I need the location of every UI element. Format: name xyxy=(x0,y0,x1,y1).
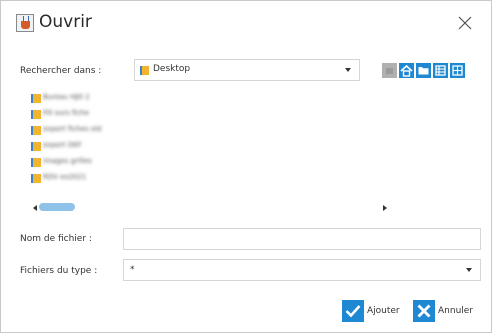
look-in-label: Rechercher dans : xyxy=(20,66,102,76)
close-icon xyxy=(458,16,472,30)
file-name: Bureau HJO 2 xyxy=(43,93,90,101)
file-name: export fiches old xyxy=(43,125,102,133)
folder-icon xyxy=(31,174,41,183)
up-folder-button[interactable] xyxy=(382,63,397,78)
home-icon xyxy=(399,63,414,78)
checkmark-icon xyxy=(342,300,364,322)
folder-icon xyxy=(31,126,41,135)
look-in-value: Desktop xyxy=(153,64,191,74)
filetype-value: * xyxy=(130,265,135,275)
filename-label: Nom de fichier : xyxy=(20,234,92,244)
folder-icon xyxy=(31,158,41,167)
scroll-left-icon[interactable] xyxy=(33,205,37,211)
add-button-label: Ajouter xyxy=(367,306,400,316)
open-dialog: Ouvrir Rechercher dans : Desktop Bureau … xyxy=(0,0,492,333)
new-folder-icon xyxy=(416,63,431,78)
file-name: Fill ours fiche xyxy=(43,109,90,117)
folder-icon xyxy=(31,142,41,151)
list-view-button[interactable] xyxy=(433,63,448,78)
list-item[interactable]: export fiches old xyxy=(31,125,171,137)
list-item[interactable]: export DEF xyxy=(31,141,171,153)
folder-icon xyxy=(140,66,149,75)
list-item[interactable]: Bureau HJO 2 xyxy=(31,93,171,105)
list-item[interactable]: images grilles xyxy=(31,157,171,169)
filetype-combo[interactable]: * xyxy=(123,259,481,281)
close-button[interactable] xyxy=(453,11,477,35)
file-list[interactable]: Bureau HJO 2 Fill ours fiche export fich… xyxy=(21,89,481,219)
java-cup-icon xyxy=(16,14,34,32)
filetype-label: Fichiers du type : xyxy=(20,266,98,276)
list-view-icon xyxy=(433,63,448,78)
scroll-right-icon[interactable] xyxy=(383,205,387,211)
list-item[interactable]: RDV ex2021 xyxy=(31,173,171,185)
horizontal-scrollbar-thumb[interactable] xyxy=(39,203,75,211)
window-title: Ouvrir xyxy=(39,12,92,32)
file-name: RDV ex2021 xyxy=(43,173,87,181)
file-name: export DEF xyxy=(43,141,82,149)
cross-icon xyxy=(413,300,435,322)
filename-input[interactable] xyxy=(123,228,481,250)
up-folder-icon xyxy=(382,63,397,78)
file-name: images grilles xyxy=(43,157,92,165)
chevron-down-icon xyxy=(345,68,351,72)
details-view-icon xyxy=(450,63,465,78)
add-button[interactable]: Ajouter xyxy=(342,300,406,322)
new-folder-button[interactable] xyxy=(416,63,431,78)
folder-icon xyxy=(31,110,41,119)
details-view-button[interactable] xyxy=(450,63,465,78)
cancel-button[interactable]: Annuler xyxy=(413,300,483,322)
list-item[interactable]: Fill ours fiche xyxy=(31,109,171,121)
cancel-button-label: Annuler xyxy=(438,306,474,316)
home-button[interactable] xyxy=(399,63,414,78)
look-in-combo[interactable]: Desktop xyxy=(134,59,360,81)
folder-icon xyxy=(31,94,41,103)
title-bar: Ouvrir xyxy=(1,1,491,43)
chevron-down-icon xyxy=(466,268,472,272)
